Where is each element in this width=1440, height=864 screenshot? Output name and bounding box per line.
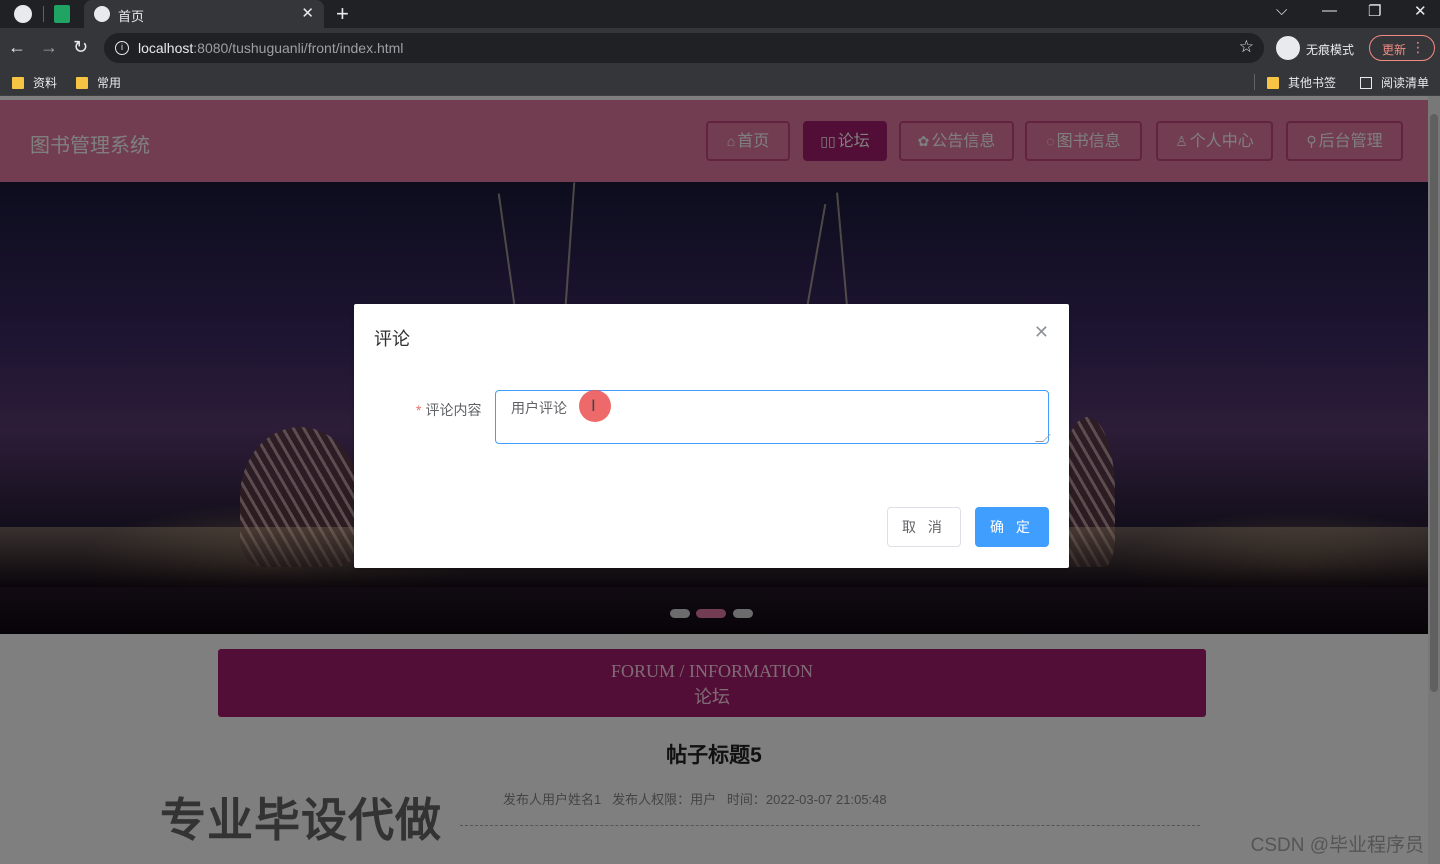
comment-textarea[interactable]: 用户评论 — [495, 390, 1049, 444]
new-tab-button[interactable]: + — [336, 1, 349, 27]
comment-field-label: * 评论内容 — [416, 400, 481, 420]
sheets-app-icon[interactable] — [54, 5, 70, 23]
forward-arrow-icon[interactable]: → — [40, 37, 58, 58]
profile-label[interactable]: 无痕模式 — [1306, 41, 1354, 58]
folder-icon — [12, 77, 24, 89]
required-asterisk: * — [416, 402, 422, 418]
close-window-button[interactable]: ✕ — [1414, 2, 1427, 20]
csdn-watermark: CSDN @毕业程序员 — [1250, 835, 1424, 856]
bookmarks-divider — [1254, 74, 1255, 90]
url-field[interactable]: i localhost:8080/tushuguanli/front/index… — [104, 33, 1264, 63]
mouse-cursor-highlight: I — [579, 390, 611, 422]
site-info-icon[interactable]: i — [115, 41, 129, 55]
comment-dialog: 评论 ✕ * 评论内容 用户评论 I 取 消 确 定 — [354, 304, 1069, 568]
dialog-title: 评论 — [374, 329, 410, 349]
bookmarks-bar: 资料 常用 其他书签 阅读清单 — [0, 68, 1440, 96]
bookmark-label: 常用 — [97, 76, 122, 90]
url-text: localhost:8080/tushuguanli/front/index.h… — [138, 40, 403, 56]
bookmark-label: 资料 — [33, 76, 58, 90]
bookmark-label: 其他书签 — [1288, 76, 1337, 90]
menu-dots-icon[interactable]: ⋮ — [1411, 39, 1425, 55]
minimize-button[interactable]: — — [1322, 2, 1337, 19]
tab-separator — [43, 6, 44, 22]
tab-search-chevron-icon[interactable]: ⌵ — [1276, 2, 1287, 19]
browser-tabbar: 首页 ✕ + ⌵ — ❐ ✕ — [0, 0, 1440, 28]
back-arrow-icon[interactable]: ← — [8, 37, 26, 58]
reading-list[interactable]: 阅读清单 — [1360, 74, 1429, 91]
page-viewport: 图书管理系统 ⌂首页 ▯▯论坛 ✿公告信息 ◌图书信息 ♙个人中心 ⚲后台管理 … — [0, 96, 1440, 864]
url-path: :8080/tushuguanli/front/index.html — [193, 40, 404, 56]
browser-tab-active[interactable]: 首页 ✕ — [84, 0, 324, 28]
close-icon[interactable]: ✕ — [1034, 322, 1049, 343]
restore-button[interactable]: ❐ — [1368, 2, 1381, 20]
bookmark-label: 阅读清单 — [1381, 76, 1430, 90]
url-host: localhost — [138, 40, 194, 56]
reading-list-icon — [1360, 77, 1372, 89]
text-cursor-icon: I — [591, 396, 596, 415]
comment-field-label-text: 评论内容 — [425, 402, 482, 418]
promo-watermark: 专业毕设代做 — [160, 794, 442, 846]
confirm-button[interactable]: 确 定 — [975, 507, 1049, 547]
update-button[interactable]: 更新 ⋮ — [1369, 35, 1435, 61]
address-bar: ← → ↻ i localhost:8080/tushuguanli/front… — [0, 28, 1440, 68]
chrome-globe-icon[interactable] — [14, 5, 32, 23]
bookmark-folder-changyong[interactable]: 常用 — [76, 74, 121, 91]
update-label: 更新 — [1382, 43, 1407, 57]
bookmark-folder-ziliao[interactable]: 资料 — [12, 74, 57, 91]
incognito-avatar-icon[interactable] — [1276, 36, 1300, 60]
tab-globe-icon — [94, 6, 110, 22]
tab-close-icon[interactable]: ✕ — [301, 4, 314, 22]
tab-title: 首页 — [118, 9, 145, 24]
cancel-button[interactable]: 取 消 — [887, 507, 961, 547]
folder-icon — [76, 77, 88, 89]
folder-icon — [1267, 77, 1279, 89]
bookmark-star-icon[interactable]: ☆ — [1239, 37, 1254, 57]
bookmark-folder-other[interactable]: 其他书签 — [1267, 74, 1336, 91]
reload-icon[interactable]: ↻ — [73, 37, 88, 58]
